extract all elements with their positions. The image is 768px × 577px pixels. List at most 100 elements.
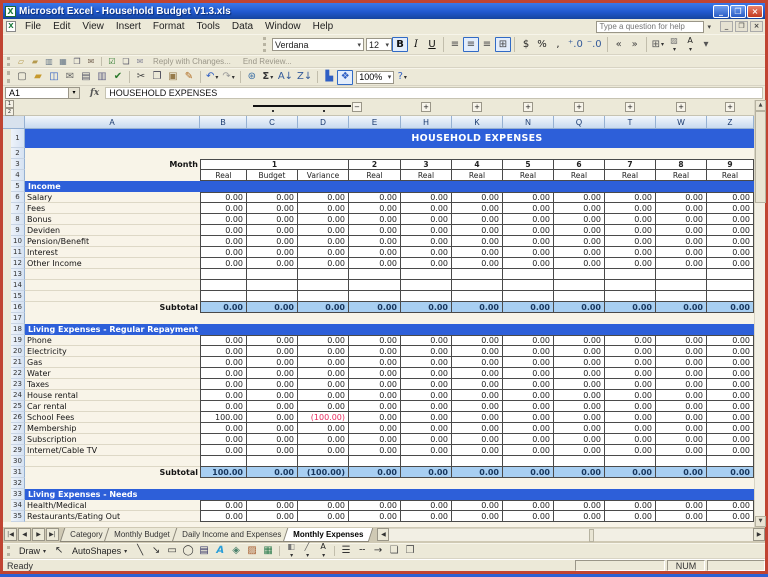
cell-K26[interactable]: 0.00 — [452, 412, 503, 423]
cell-E10[interactable]: 0.00 — [349, 236, 401, 247]
cell-month-2[interactable]: 2 — [349, 159, 401, 170]
cell-B26[interactable]: 100.00 — [200, 412, 247, 423]
cell-C27[interactable]: 0.00 — [247, 423, 298, 434]
wordart-icon[interactable]: A — [212, 544, 228, 558]
threed-style-icon[interactable]: ❒ — [402, 544, 418, 558]
toolbar-grip[interactable] — [263, 37, 266, 52]
cell-T30[interactable] — [605, 456, 656, 467]
cell-A6[interactable]: Salary — [25, 192, 200, 203]
cell-N31[interactable]: 0.00 — [503, 467, 554, 478]
minimize-button[interactable]: _ — [713, 4, 729, 18]
cell-W24[interactable]: 0.00 — [656, 390, 707, 401]
cell-T8[interactable]: 0.00 — [605, 214, 656, 225]
scroll-down-icon[interactable]: ▼ — [755, 516, 766, 527]
cell-C10[interactable]: 0.00 — [247, 236, 298, 247]
row-header-4[interactable]: 4 — [11, 170, 25, 181]
row-header-30[interactable]: 30 — [11, 456, 25, 467]
cell-B31[interactable]: 100.00 — [200, 467, 247, 478]
workbook-minimize-button[interactable]: _ — [720, 21, 733, 32]
cell-Z19[interactable]: 0.00 — [707, 335, 754, 346]
row-header-2[interactable]: 2 — [11, 148, 25, 159]
text-box-icon[interactable]: ▤ — [196, 544, 212, 558]
cell-subhead-8[interactable]: Real — [605, 170, 656, 181]
cell-D10[interactable]: 0.00 — [298, 236, 349, 247]
cell-Q11[interactable]: 0.00 — [554, 247, 605, 258]
print-preview-icon[interactable]: ▥ — [94, 70, 110, 85]
align-left-button[interactable]: ≡ — [447, 37, 463, 52]
name-box[interactable]: A1 — [5, 87, 69, 99]
vertical-scroll-thumb[interactable] — [755, 111, 766, 203]
tab-monthly-budget[interactable]: Monthly Budget — [104, 528, 181, 542]
picture-icon[interactable]: ▦ — [260, 544, 276, 558]
cell-Z25[interactable]: 0.00 — [707, 401, 754, 412]
cell-A11[interactable]: Interest — [25, 247, 200, 258]
cell-K28[interactable]: 0.00 — [452, 434, 503, 445]
cell-K22[interactable]: 0.00 — [452, 368, 503, 379]
arrow-icon[interactable]: ↘ — [148, 544, 164, 558]
cell-subhead-6[interactable]: Real — [503, 170, 554, 181]
cell-D24[interactable]: 0.00 — [298, 390, 349, 401]
ask-help-input[interactable] — [596, 20, 705, 33]
expand-group-button[interactable]: + — [574, 102, 584, 112]
cell-Q8[interactable]: 0.00 — [554, 214, 605, 225]
cell-B11[interactable]: 0.00 — [200, 247, 247, 258]
cell-A31[interactable]: Subtotal — [25, 467, 200, 478]
column-header-A[interactable]: A — [25, 116, 200, 129]
cell-T12[interactable]: 0.00 — [605, 258, 656, 269]
menu-view[interactable]: View — [76, 20, 110, 33]
row-header-32[interactable]: 32 — [11, 478, 25, 489]
bold-button[interactable]: B — [392, 37, 408, 52]
cell-D12[interactable]: 0.00 — [298, 258, 349, 269]
cell-Z28[interactable]: 0.00 — [707, 434, 754, 445]
row-header-22[interactable]: 22 — [11, 368, 25, 379]
cell-K31[interactable]: 0.00 — [452, 467, 503, 478]
fill-color-button[interactable]: ▨ ▾ — [666, 36, 682, 53]
expand-group-button[interactable]: + — [523, 102, 533, 112]
cell-E24[interactable]: 0.00 — [349, 390, 401, 401]
cell-K29[interactable]: 0.00 — [452, 445, 503, 456]
cell-B27[interactable]: 0.00 — [200, 423, 247, 434]
cell-B22[interactable]: 0.00 — [200, 368, 247, 379]
accept-changes-icon[interactable]: ❐ — [70, 56, 84, 67]
paste-icon[interactable]: ▣ — [165, 70, 181, 85]
cell-C21[interactable]: 0.00 — [247, 357, 298, 368]
cell-B6[interactable]: 0.00 — [200, 192, 247, 203]
show-comments-icon[interactable]: ❏ — [119, 56, 133, 67]
fill-color-icon[interactable]: ◧ ▾ — [283, 543, 299, 560]
cell-E11[interactable]: 0.00 — [349, 247, 401, 258]
cell-E29[interactable]: 0.00 — [349, 445, 401, 456]
cell-subhead-0[interactable]: Real — [200, 170, 247, 181]
cell-Q16[interactable]: 0.00 — [554, 302, 605, 313]
tab-nav-icon-3[interactable]: ▶| — [46, 528, 59, 541]
cell-T11[interactable]: 0.00 — [605, 247, 656, 258]
track-changes-icon[interactable]: ▰ — [28, 56, 42, 67]
cell-month-8[interactable]: 8 — [656, 159, 707, 170]
save-icon[interactable]: ◫ — [46, 70, 62, 85]
font-name-select[interactable]: Verdana ▾ — [272, 38, 364, 51]
percent-button[interactable]: % — [534, 37, 550, 52]
shadow-style-icon[interactable]: ❏ — [386, 544, 402, 558]
cell-C28[interactable]: 0.00 — [247, 434, 298, 445]
cell-A23[interactable]: Taxes — [25, 379, 200, 390]
tab-nav-icon-2[interactable]: ▶ — [32, 528, 45, 541]
decrease-decimal-button[interactable]: ⁻.0 — [585, 37, 604, 52]
cell-D27[interactable]: 0.00 — [298, 423, 349, 434]
cell-Z27[interactable]: 0.00 — [707, 423, 754, 434]
expand-group-button[interactable]: + — [676, 102, 686, 112]
cell-D6[interactable]: 0.00 — [298, 192, 349, 203]
cell-W28[interactable]: 0.00 — [656, 434, 707, 445]
cell-E8[interactable]: 0.00 — [349, 214, 401, 225]
cell-subhead-4[interactable]: Real — [401, 170, 452, 181]
row-header-11[interactable]: 11 — [11, 247, 25, 258]
cell-W21[interactable]: 0.00 — [656, 357, 707, 368]
cell-Q10[interactable]: 0.00 — [554, 236, 605, 247]
cell-Q7[interactable]: 0.00 — [554, 203, 605, 214]
cell-H19[interactable]: 0.00 — [401, 335, 452, 346]
cell-E25[interactable]: 0.00 — [349, 401, 401, 412]
cell-subhead-3[interactable]: Real — [349, 170, 401, 181]
cell-W30[interactable] — [656, 456, 707, 467]
cell-A3[interactable]: Month — [25, 159, 200, 170]
cell-H10[interactable]: 0.00 — [401, 236, 452, 247]
cell-B30[interactable] — [200, 456, 247, 467]
menu-insert[interactable]: Insert — [110, 20, 147, 33]
